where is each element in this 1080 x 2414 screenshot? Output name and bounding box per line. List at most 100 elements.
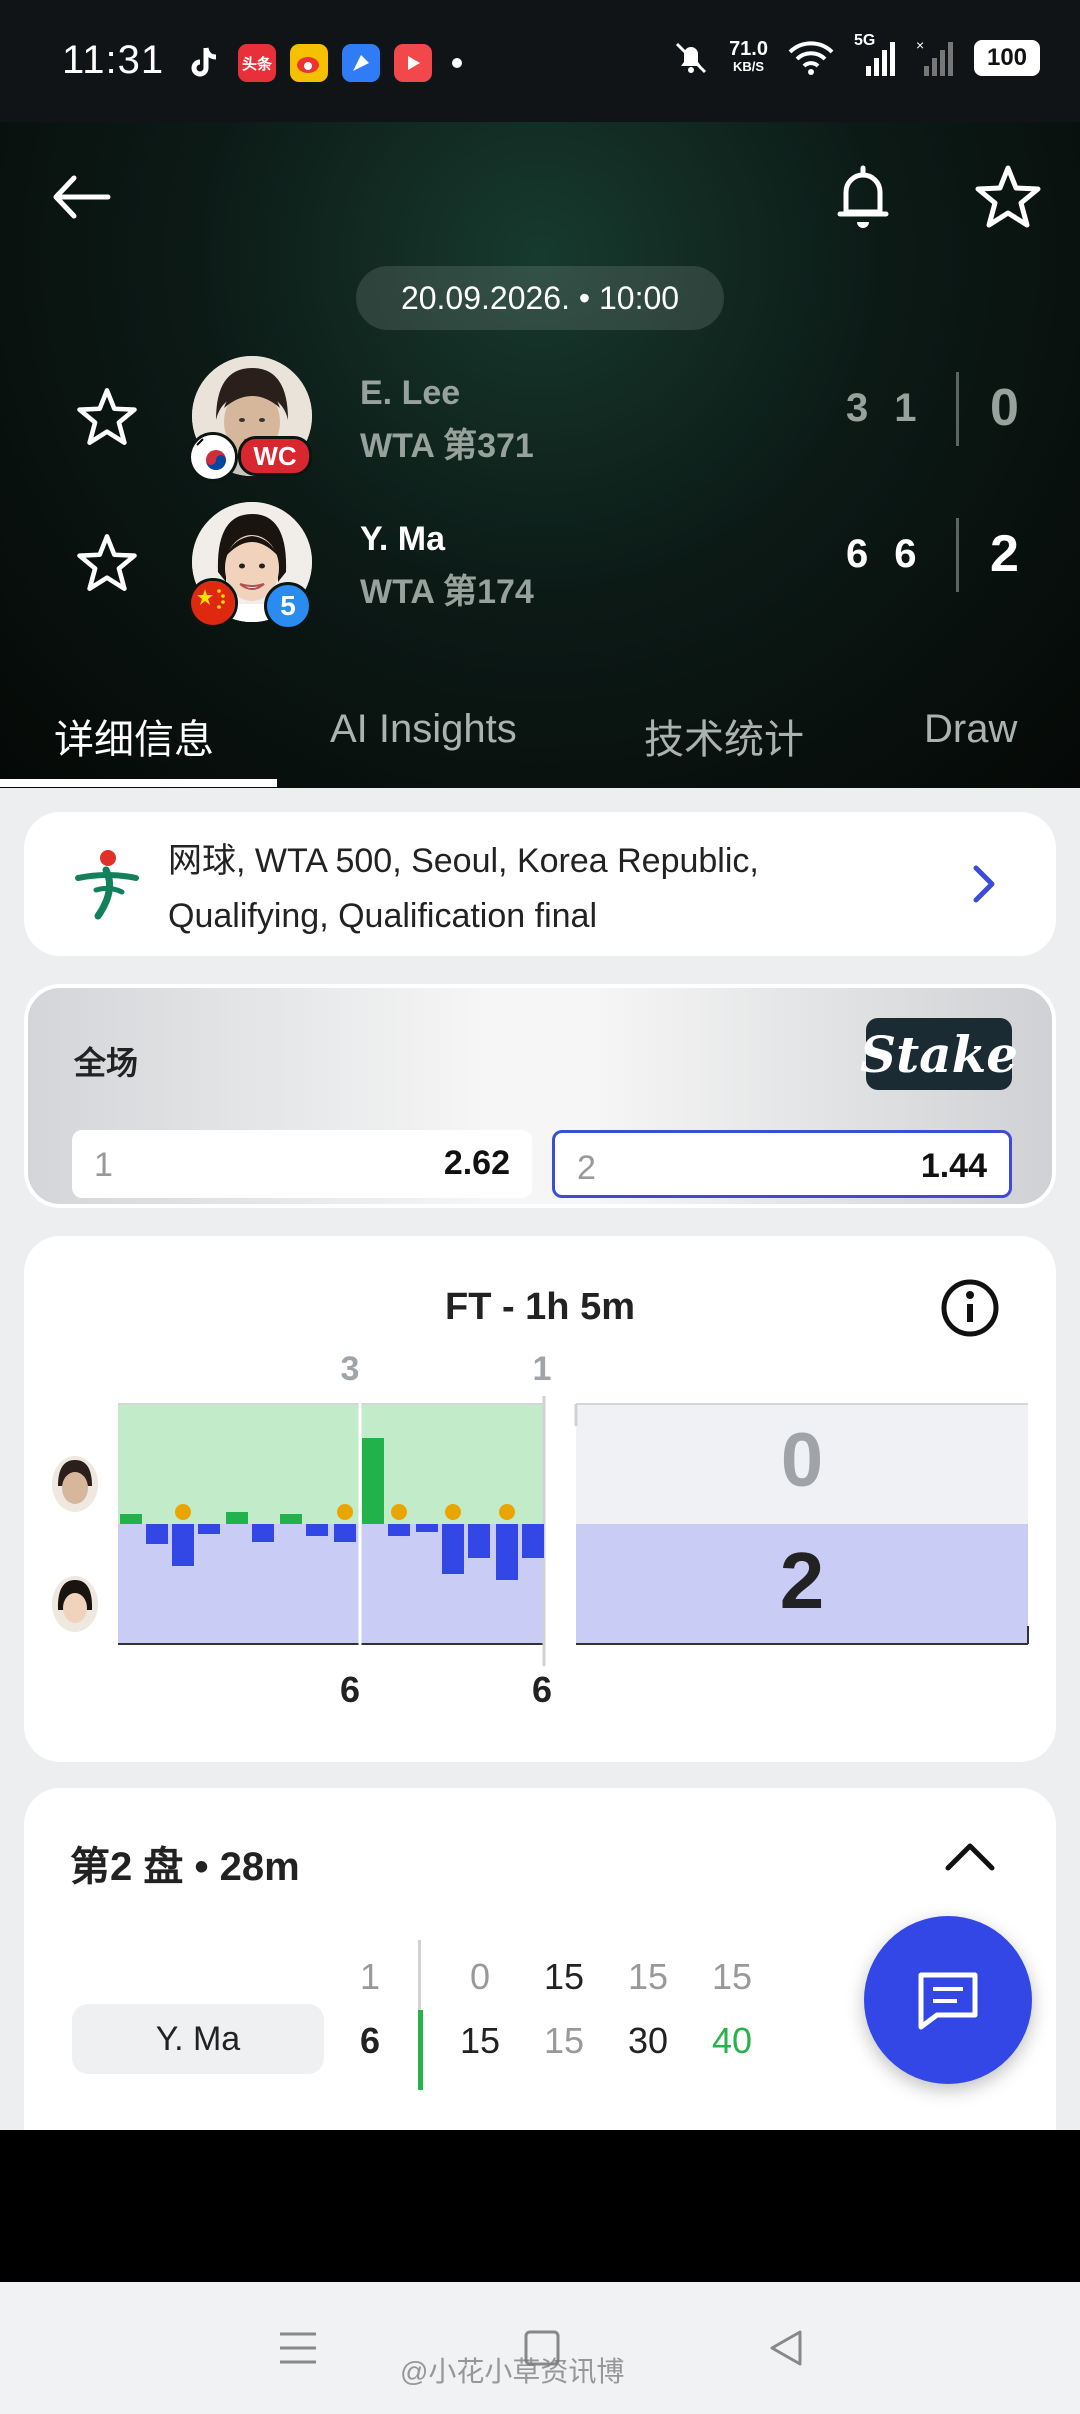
momentum-bar [172, 1524, 194, 1566]
browser-icon [342, 44, 380, 82]
bookmaker-logo[interactable]: Stake [860, 1018, 1018, 1090]
match-duration-title: FT - 1h 5m [444, 1286, 636, 1328]
momentum-bar [468, 1524, 490, 1558]
set-bottom-label: 6 [532, 1669, 552, 1710]
back-arrow-icon [53, 175, 111, 219]
collapse-button[interactable] [942, 1836, 998, 1876]
game-number: 1 [359, 1956, 381, 1997]
momentum-bar [280, 1514, 302, 1524]
seed-badge: 5 [264, 582, 312, 630]
battery-indicator: 100 [974, 40, 1040, 76]
back-button[interactable] [48, 162, 118, 232]
sets-won: 2 [990, 525, 1019, 583]
tab-draw[interactable]: Draw [924, 707, 1017, 752]
wildcard-badge: WC [238, 436, 312, 476]
momentum-bar [306, 1524, 328, 1536]
point-score: 15 [711, 1956, 753, 1997]
signal-5g-icon: 5G [854, 32, 898, 78]
set-bottom-label: 6 [340, 1669, 360, 1710]
score-bottom: 2 [780, 1536, 825, 1625]
player-row-1: WC E. Lee WTA 第371 3 1 0 [0, 354, 1080, 484]
momentum-chart: 3 1 6 6 0 2 [118, 1350, 1029, 1710]
favorite-player-button[interactable] [74, 384, 140, 450]
mute-bell-icon [676, 42, 707, 74]
back-triangle-icon [770, 2330, 802, 2366]
momentum-card: FT - 1h 5m 3 1 6 6 0 2 [24, 1236, 1056, 1762]
set-title: 第2 盘 • 28m [70, 1845, 300, 1889]
break-marker [499, 1504, 515, 1520]
break-marker [175, 1504, 191, 1520]
pbp-divider [418, 1940, 421, 2010]
info-icon[interactable] [940, 1278, 1000, 1338]
server-name: Y. Ma [72, 2004, 324, 2074]
break-marker [337, 1504, 353, 1520]
notification-button[interactable] [832, 162, 894, 232]
odds-label: 2 [577, 1149, 596, 1187]
back-nav-button[interactable] [764, 2326, 808, 2370]
competition-text: 网球, WTA 500, Seoul, Korea Republic, Qual… [168, 842, 759, 935]
games-won: 6 [359, 2020, 381, 2061]
star-icon [77, 534, 137, 591]
china-flag-icon [188, 578, 238, 628]
point-score: 15 [543, 2020, 585, 2061]
point-score: 15 [543, 1956, 585, 1997]
point-score: 40 [711, 2020, 753, 2061]
odds-option-away[interactable]: 2 1.44 [552, 1130, 1012, 1198]
tab-ai-insights[interactable]: AI Insights [330, 707, 517, 752]
tab-statistics[interactable]: 技术统计 [644, 707, 804, 765]
system-nav-bar: @小花小草资讯博 [0, 2282, 1080, 2414]
tiktok-icon [186, 44, 224, 82]
break-marker [445, 1504, 461, 1520]
status-bar: 11:31 头条 71.0 KB/S 5G × 100 [0, 0, 1080, 122]
momentum-bar [146, 1524, 168, 1544]
status-time: 11:31 [62, 38, 165, 82]
korea-flag-icon [188, 432, 238, 482]
status-right: 71.0 KB/S 5G × 100 [671, 32, 1040, 78]
odds-label: 1 [94, 1146, 113, 1184]
momentum-bar [442, 1524, 464, 1574]
point-score: 0 [469, 1956, 491, 1997]
menu-nav-button[interactable] [276, 2326, 320, 2370]
favorite-match-button[interactable] [972, 162, 1044, 232]
set-scores: 3 1 [846, 386, 917, 431]
odds-market-title: 全场 [74, 1045, 139, 1081]
player-rank: WTA 第371 [360, 427, 534, 465]
tab-details[interactable]: 详细信息 [54, 707, 214, 765]
player-name: E. Lee [360, 374, 461, 412]
momentum-bar [522, 1524, 544, 1558]
notification-icons: 头条 [186, 44, 462, 82]
odds-option-home[interactable]: 1 2.62 [72, 1130, 532, 1198]
competition-logo-icon [72, 848, 142, 920]
set-top-label: 3 [341, 1350, 360, 1388]
player-name: Y. Ma [360, 520, 446, 558]
chevron-up-icon [945, 1843, 995, 1871]
momentum-bar [388, 1524, 410, 1536]
odds-card: 全场 Stake 1 2.62 2 1.44 [24, 984, 1056, 1208]
competition-card[interactable]: 网球, WTA 500, Seoul, Korea Republic, Qual… [24, 812, 1056, 956]
set-score: 6 [894, 532, 917, 576]
player-row-2: 5 Y. Ma WTA 第174 6 6 2 [0, 500, 1080, 630]
break-marker [391, 1504, 407, 1520]
tab-bar: 详细信息 AI Insights 技术统计 Draw [0, 677, 1080, 788]
svg-text:×: × [916, 38, 924, 53]
more-notifications-dot [452, 58, 462, 68]
chat-button[interactable] [864, 1916, 1032, 2084]
chevron-right-icon [964, 860, 1004, 908]
toutiao-icon: 头条 [238, 44, 276, 82]
favorite-player-button[interactable] [74, 530, 140, 596]
weibo-icon [290, 44, 328, 82]
blank-area [0, 2130, 1080, 2282]
watermark: @小花小草资讯博 [400, 2356, 625, 2387]
set-scores: 6 6 [846, 532, 917, 577]
active-tab-indicator [0, 779, 277, 787]
set-score: 1 [894, 386, 917, 430]
match-date-time: 20.09.2026. • 10:00 [356, 266, 724, 330]
momentum-bar [252, 1524, 274, 1542]
star-icon [77, 388, 137, 445]
momentum-bar [416, 1524, 438, 1532]
momentum-bar [362, 1438, 384, 1524]
momentum-bar [226, 1512, 248, 1524]
score-top: 0 [781, 1418, 823, 1503]
chat-icon [918, 1972, 978, 2030]
signal-sim2-icon: × [916, 38, 953, 76]
